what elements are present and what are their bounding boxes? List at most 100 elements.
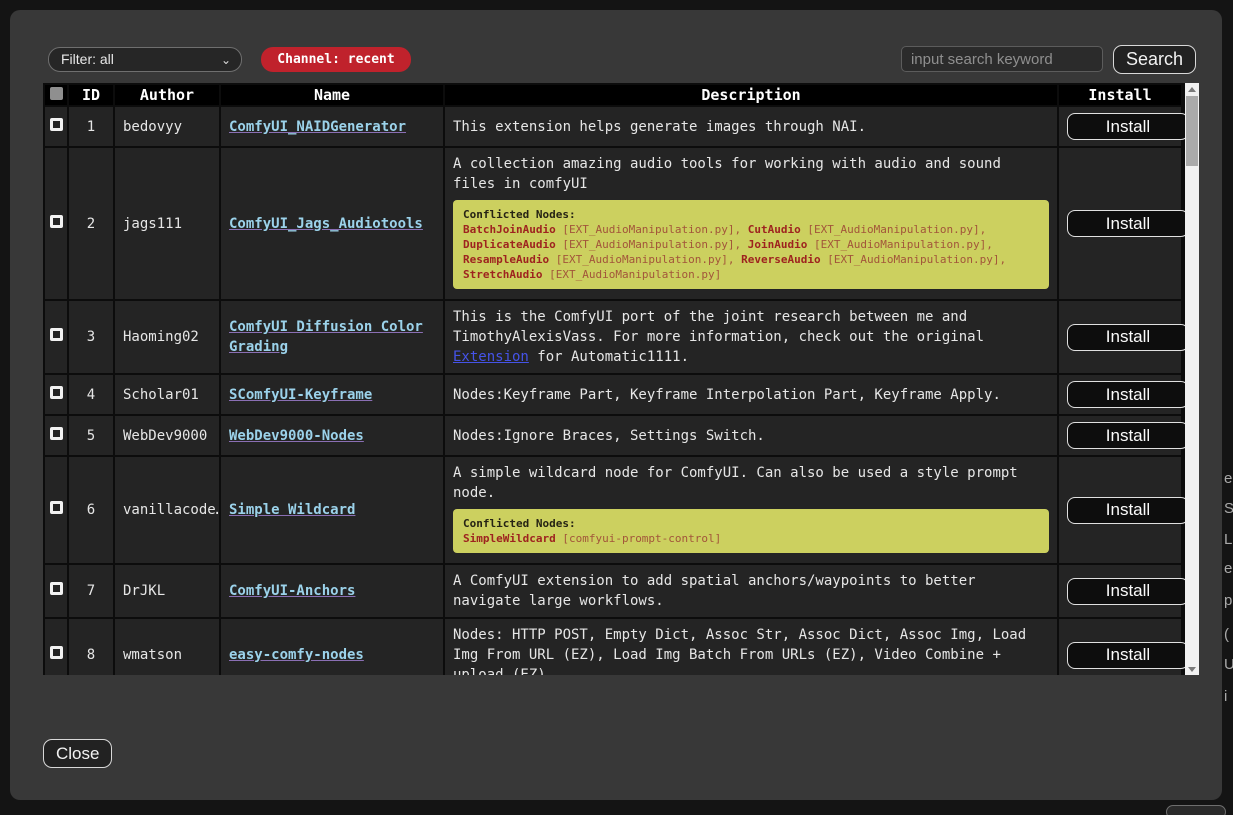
nodes-table-zone: ID Author Name Description Install 1bedo… [43,83,1199,675]
extension-name-link[interactable]: SComfyUI-Keyframe [229,387,372,403]
cell-install: Install [1059,457,1181,563]
install-button[interactable]: Install [1067,578,1185,605]
cell-install: Install [1059,375,1181,414]
extension-name-link[interactable]: ComfyUI_NAIDGenerator [229,119,406,135]
row-checkbox[interactable] [50,646,63,659]
cell-id: 7 [69,565,113,617]
search-input[interactable] [901,46,1103,72]
conflict-node-name: SimpleWildcard [463,532,556,545]
install-button[interactable]: Install [1067,113,1185,140]
extension-name-link[interactable]: ComfyUI_Jags_Audiotools [229,216,423,232]
cell-author: Haoming02 [115,301,219,373]
custom-nodes-dialog: Filter: all ⌄ Channel: recent Search ID … [10,10,1222,800]
install-button[interactable]: Install [1067,422,1185,449]
conflict-node-name: ReverseAudio [741,253,820,266]
background-text-fragment: ( [1224,626,1233,643]
cell-install: Install [1059,416,1181,455]
row-checkbox[interactable] [50,582,63,595]
background-text-fragment: i [1224,688,1233,705]
cell-name: SComfyUI-Keyframe [221,375,443,414]
nodes-table-clip: ID Author Name Description Install 1bedo… [43,83,1185,675]
table-row: 7DrJKLComfyUI-AnchorsA ComfyUI extension… [45,565,1181,617]
cell-description: A simple wildcard node for ComfyUI. Can … [445,457,1057,563]
row-checkbox[interactable] [50,118,63,131]
table-row: 6vanillacode… Simple Wildcard A simple wil… [45,457,1181,563]
install-button[interactable]: Install [1067,324,1185,351]
channel-badge[interactable]: Channel: recent [261,47,411,72]
conflict-node-source: [EXT_AudioManipulation.py], [801,223,986,236]
cell-author: jags111 [115,148,219,299]
header-id: ID [69,85,113,105]
cell-name: ComfyUI_Jags_Audiotools [221,148,443,299]
conflict-title: Conflicted Nodes: [463,516,1039,531]
background-button-fragment [1166,805,1226,815]
cell-install: Install [1059,565,1181,617]
conflict-node-name: CutAudio [748,223,801,236]
cell-select [45,416,67,455]
extension-name-link[interactable]: ComfyUI Diffusion Color Grading [229,319,423,355]
background-text-fragment: e [1224,560,1233,577]
cell-name: ComfyUI Diffusion Color Grading [221,301,443,373]
extension-name-link[interactable]: easy-comfy-nodes [229,647,364,663]
cell-select [45,565,67,617]
cell-author: WebDev9000 [115,416,219,455]
row-checkbox[interactable] [50,328,63,341]
cell-select [45,375,67,414]
description-link[interactable]: Extension [453,349,529,365]
scrollbar-thumb[interactable] [1186,96,1198,166]
table-row: 4Scholar01SComfyUI-KeyframeNodes:Keyfram… [45,375,1181,414]
cell-author: DrJKL [115,565,219,617]
conflict-node-name: StretchAudio [463,268,542,281]
cell-install: Install [1059,107,1181,146]
extension-name-link[interactable]: ComfyUI-Anchors [229,583,355,599]
table-row: 8wmatsoneasy-comfy-nodesNodes: HTTP POST… [45,619,1181,675]
nodes-table: ID Author Name Description Install 1bedo… [43,83,1183,675]
scrollbar-down-arrow-icon[interactable] [1185,663,1199,675]
chevron-down-icon: ⌄ [221,53,231,67]
cell-select [45,301,67,373]
cell-select [45,148,67,299]
install-button[interactable]: Install [1067,381,1185,408]
filter-dropdown-value: Filter: all [61,51,114,67]
conflict-box: Conflicted Nodes:BatchJoinAudio [EXT_Aud… [453,200,1049,289]
conflict-node-source: [EXT_AudioManipulation.py], [556,238,748,251]
background-text-fragment: e [1224,470,1233,487]
table-row: 1bedovyyComfyUI_NAIDGeneratorThis extens… [45,107,1181,146]
extension-name-link[interactable]: Simple Wildcard [229,502,355,518]
scrollbar-up-arrow-icon[interactable] [1185,83,1199,95]
conflict-node-name: JoinAudio [748,238,808,251]
extension-name-link[interactable]: WebDev9000-Nodes [229,428,364,444]
cell-id: 8 [69,619,113,675]
cell-description: This is the ComfyUI port of the joint re… [445,301,1057,373]
row-checkbox[interactable] [50,215,63,228]
cell-id: 4 [69,375,113,414]
install-button[interactable]: Install [1067,497,1185,524]
conflict-box: Conflicted Nodes:SimpleWildcard [comfyui… [453,509,1049,553]
cell-install: Install [1059,619,1181,675]
conflict-node-source: [EXT_AudioManipulation.py], [549,253,741,266]
table-row: 2jags111ComfyUI_Jags_AudiotoolsA collect… [45,148,1181,299]
header-name: Name [221,85,443,105]
table-row: 3Haoming02ComfyUI Diffusion Color Gradin… [45,301,1181,373]
cell-name: WebDev9000-Nodes [221,416,443,455]
table-header-row: ID Author Name Description Install [45,85,1181,105]
close-button[interactable]: Close [43,739,112,768]
cell-id: 2 [69,148,113,299]
cell-id: 6 [69,457,113,563]
search-button[interactable]: Search [1113,45,1196,74]
conflict-node-source: [EXT_AudioManipulation.py], [556,223,748,236]
row-checkbox[interactable] [50,386,63,399]
cell-select [45,457,67,563]
select-all-checkbox[interactable] [50,87,63,100]
conflict-node-name: ResampleAudio [463,253,549,266]
conflict-node-name: DuplicateAudio [463,238,556,251]
install-button[interactable]: Install [1067,642,1185,669]
cell-author: vanillacode… [115,457,219,563]
install-button[interactable]: Install [1067,210,1185,237]
cell-name: Simple Wildcard [221,457,443,563]
cell-select [45,107,67,146]
row-checkbox[interactable] [50,427,63,440]
table-scrollbar[interactable] [1185,83,1199,675]
filter-dropdown[interactable]: Filter: all ⌄ [48,47,242,72]
row-checkbox[interactable] [50,501,63,514]
